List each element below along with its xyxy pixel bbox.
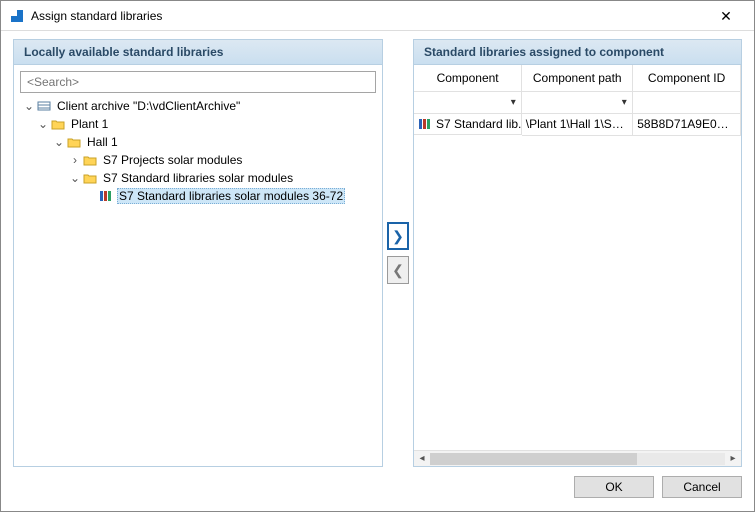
tree-plant[interactable]: ⌄ Plant 1 [20,115,376,133]
filter-path[interactable]: ▾ [522,92,633,114]
horizontal-scrollbar[interactable]: ◂ ▸ [414,450,741,466]
library-tree[interactable]: ⌄ Client archive "D:\vdClientArchive" ⌄ … [20,97,376,460]
assigned-table[interactable]: Component Component path Component ID ▾ … [414,65,741,136]
cell-id: 58B8D71A9E0A46E... [633,114,741,136]
window-title: Assign standard libraries [31,9,706,23]
chevron-down-icon[interactable]: ⌄ [22,99,36,113]
chevron-down-icon[interactable]: ⌄ [52,135,66,149]
assign-left-button[interactable]: ❮ [387,256,409,284]
folder-open-icon [82,172,98,184]
scroll-left-icon[interactable]: ◂ [414,453,430,464]
cell-component: S7 Standard lib... [436,117,522,131]
chevron-down-icon[interactable]: ⌄ [36,117,50,131]
tree-hall[interactable]: ⌄ Hall 1 [20,133,376,151]
tree-label: Hall 1 [85,135,120,149]
tree-root[interactable]: ⌄ Client archive "D:\vdClientArchive" [20,97,376,115]
scroll-right-icon[interactable]: ▸ [725,453,741,464]
folder-open-icon [50,118,66,130]
col-id[interactable]: Component ID [633,65,741,92]
col-path[interactable]: Component path [522,65,633,92]
library-icon [98,190,114,202]
cell-path: \Plant 1\Hall 1\S7 S... [522,114,633,136]
tree-stdlib[interactable]: ⌄ S7 Standard libraries solar modules [20,169,376,187]
filter-id[interactable] [633,92,741,114]
chevron-down-icon[interactable]: ▾ [616,94,632,112]
archive-icon [36,100,52,112]
app-icon [9,8,25,24]
tree-label: S7 Projects solar modules [101,153,244,167]
right-panel-header: Standard libraries assigned to component [413,39,742,65]
tree-label: Plant 1 [69,117,110,131]
chevron-down-icon[interactable]: ⌄ [68,171,82,185]
search-input[interactable] [20,71,376,93]
tree-projects[interactable]: › S7 Projects solar modules [20,151,376,169]
cancel-button[interactable]: Cancel [662,476,742,498]
library-icon [418,118,432,130]
tree-label: S7 Standard libraries solar modules 36-7… [117,188,345,204]
folder-open-icon [66,136,82,148]
left-panel-header: Locally available standard libraries [13,39,383,65]
chevron-right-icon[interactable]: › [68,153,82,167]
chevron-down-icon[interactable]: ▾ [505,94,521,112]
table-row[interactable]: S7 Standard lib... \Plant 1\Hall 1\S7 S.… [414,114,741,136]
assign-right-button[interactable]: ❯ [387,222,409,250]
col-component[interactable]: Component [414,65,522,92]
tree-label: S7 Standard libraries solar modules [101,171,295,185]
tree-leaf-selected[interactable]: S7 Standard libraries solar modules 36-7… [20,187,376,205]
ok-button[interactable]: OK [574,476,654,498]
filter-component[interactable]: ▾ [414,92,522,114]
close-button[interactable]: ✕ [706,2,746,30]
tree-label: Client archive "D:\vdClientArchive" [55,99,242,113]
folder-icon [82,154,98,166]
